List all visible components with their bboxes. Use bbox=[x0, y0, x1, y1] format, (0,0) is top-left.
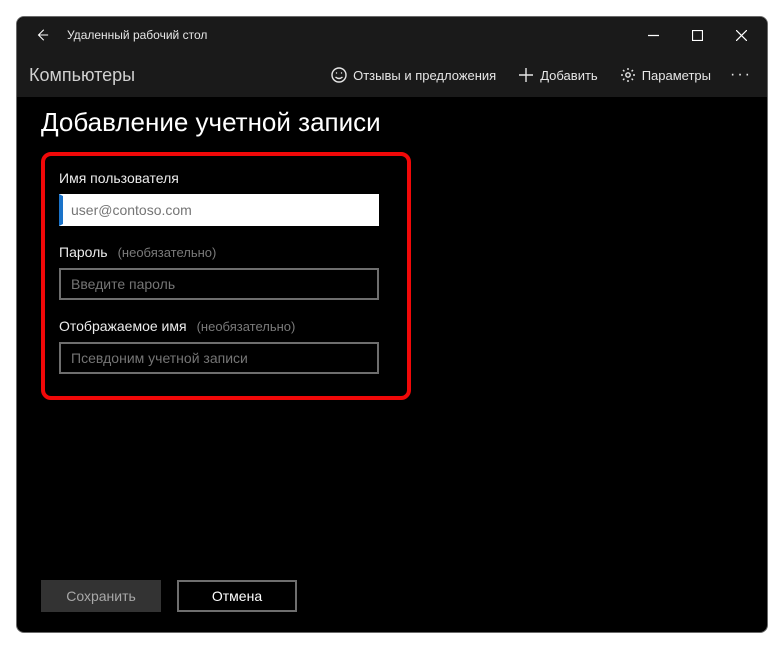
cancel-label: Отмена bbox=[212, 588, 262, 604]
settings-label: Параметры bbox=[642, 68, 711, 83]
more-button[interactable]: ··· bbox=[723, 59, 759, 91]
page-title: Добавление учетной записи bbox=[41, 107, 743, 138]
username-field: Имя пользователя bbox=[59, 170, 393, 226]
add-button[interactable]: Добавить bbox=[508, 61, 607, 89]
password-input[interactable] bbox=[59, 268, 379, 300]
save-button[interactable]: Сохранить bbox=[41, 580, 161, 612]
displayname-label: Отображаемое имя bbox=[59, 318, 187, 334]
maximize-icon bbox=[692, 30, 703, 41]
minimize-button[interactable] bbox=[631, 20, 675, 50]
close-icon bbox=[736, 30, 747, 41]
displayname-field: Отображаемое имя (необязательно) bbox=[59, 318, 393, 374]
arrow-left-icon bbox=[35, 28, 49, 42]
displayname-input[interactable] bbox=[59, 342, 379, 374]
password-label-row: Пароль (необязательно) bbox=[59, 244, 393, 260]
username-label: Имя пользователя bbox=[59, 170, 179, 186]
smiley-icon bbox=[331, 67, 347, 83]
app-window: Удаленный рабочий стол Компьютеры Отзывы… bbox=[16, 16, 768, 633]
username-input[interactable] bbox=[59, 194, 379, 226]
settings-button[interactable]: Параметры bbox=[610, 61, 721, 89]
command-bar-right: Отзывы и предложения Добавить Параметры … bbox=[321, 59, 759, 91]
nav-heading: Компьютеры bbox=[29, 65, 135, 86]
cancel-button[interactable]: Отмена bbox=[177, 580, 297, 612]
maximize-button[interactable] bbox=[675, 20, 719, 50]
footer-buttons: Сохранить Отмена bbox=[41, 580, 297, 612]
titlebar-left: Удаленный рабочий стол bbox=[23, 20, 207, 50]
save-label: Сохранить bbox=[66, 588, 136, 604]
minimize-icon bbox=[648, 30, 659, 41]
password-field: Пароль (необязательно) bbox=[59, 244, 393, 300]
displayname-label-row: Отображаемое имя (необязательно) bbox=[59, 318, 393, 334]
close-button[interactable] bbox=[719, 20, 763, 50]
window-controls bbox=[631, 20, 763, 50]
content-area: Добавление учетной записи Имя пользовате… bbox=[17, 97, 767, 632]
back-button[interactable] bbox=[23, 20, 61, 50]
username-label-row: Имя пользователя bbox=[59, 170, 393, 186]
ellipsis-icon: ··· bbox=[730, 66, 752, 84]
highlight-box: Имя пользователя Пароль (необязательно) … bbox=[41, 152, 411, 400]
add-label: Добавить bbox=[540, 68, 597, 83]
titlebar: Удаленный рабочий стол bbox=[17, 17, 767, 53]
gear-icon bbox=[620, 67, 636, 83]
displayname-optional: (необязательно) bbox=[197, 319, 296, 334]
feedback-button[interactable]: Отзывы и предложения bbox=[321, 61, 506, 89]
password-optional: (необязательно) bbox=[118, 245, 217, 260]
plus-icon bbox=[518, 67, 534, 83]
password-label: Пароль bbox=[59, 244, 108, 260]
command-bar: Компьютеры Отзывы и предложения Добавить… bbox=[17, 53, 767, 97]
app-title: Удаленный рабочий стол bbox=[67, 28, 207, 42]
feedback-label: Отзывы и предложения bbox=[353, 68, 496, 83]
